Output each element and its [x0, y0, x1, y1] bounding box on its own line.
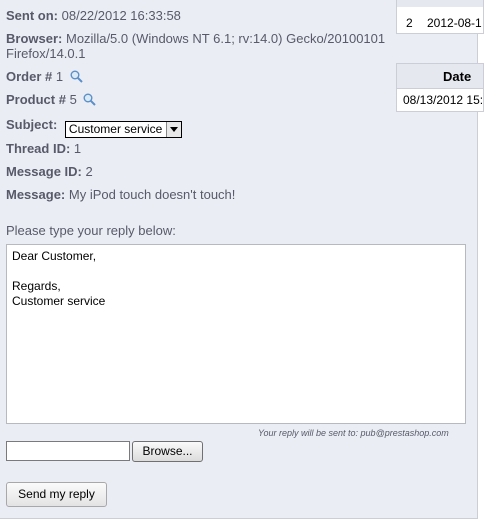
row-date: 2012-08-1 [427, 16, 482, 30]
product-row: Product # 5 [6, 92, 97, 107]
chevron-down-icon[interactable] [165, 122, 181, 137]
send-reply-button[interactable]: Send my reply [6, 482, 107, 507]
thread-row: Thread ID: 1 [6, 141, 81, 156]
message-label: Message: [6, 187, 66, 202]
subject-select[interactable]: Customer service [64, 121, 182, 138]
view-order-icon[interactable] [70, 70, 83, 83]
date-table-header: Date [397, 64, 483, 89]
sent-on-row: Sent on: 08/22/2012 16:33:58 [6, 8, 181, 23]
message-id-label: Message ID: [6, 164, 82, 179]
thread-list-header: ID Da [397, 0, 483, 7]
row-id: 2 [406, 16, 413, 30]
subject-label: Subject: [6, 117, 58, 132]
order-row: Order # 1 [6, 69, 83, 84]
browser-label: Browser: [6, 31, 63, 46]
thread-list-table: ID Da 2 2012-08-1 [396, 0, 484, 34]
row-date: 08/13/2012 15: [403, 93, 484, 107]
sent-on-value: 08/22/2012 16:33:58 [61, 8, 181, 23]
sent-to-note: Your reply will be sent to: pub@prestash… [258, 428, 449, 438]
browser-value: Mozilla/5.0 (Windows NT 6.1; rv:14.0) Ge… [65, 31, 386, 46]
message-row: Message: My iPod touch doesn't touch! [6, 187, 235, 202]
reply-prompt: Please type your reply below: [6, 223, 176, 238]
order-label: Order # [6, 69, 53, 84]
browser-row: Browser: Mozilla/5.0 (Windows NT 6.1; rv… [6, 31, 385, 61]
view-product-icon[interactable] [83, 93, 97, 106]
thread-value: 1 [73, 141, 82, 156]
date-column-header: Da [447, 0, 462, 2]
order-value: 1 [55, 69, 64, 84]
reply-textarea[interactable]: Dear Customer, Regards, Customer service [6, 244, 466, 424]
subject-row: Subject: Customer service [6, 117, 182, 138]
message-value: My iPod touch doesn't touch! [68, 187, 236, 202]
product-value: 5 [69, 92, 77, 107]
sent-on-label: Sent on: [6, 8, 58, 23]
id-column-header: ID [403, 0, 415, 2]
date-column-header: Date [443, 69, 472, 84]
thread-label: Thread ID: [6, 141, 71, 156]
browse-button[interactable]: Browse... [132, 441, 203, 462]
product-label: Product # [6, 92, 66, 107]
message-id-row: Message ID: 2 [6, 164, 93, 179]
attachment-file-field[interactable] [6, 441, 130, 461]
message-id-value: 2 [85, 164, 93, 179]
date-table: Date 08/13/2012 15: [396, 63, 484, 112]
subject-selected-value: Customer service [68, 122, 163, 136]
browser-value-cont: Firefox/14.0.1 [6, 46, 86, 61]
